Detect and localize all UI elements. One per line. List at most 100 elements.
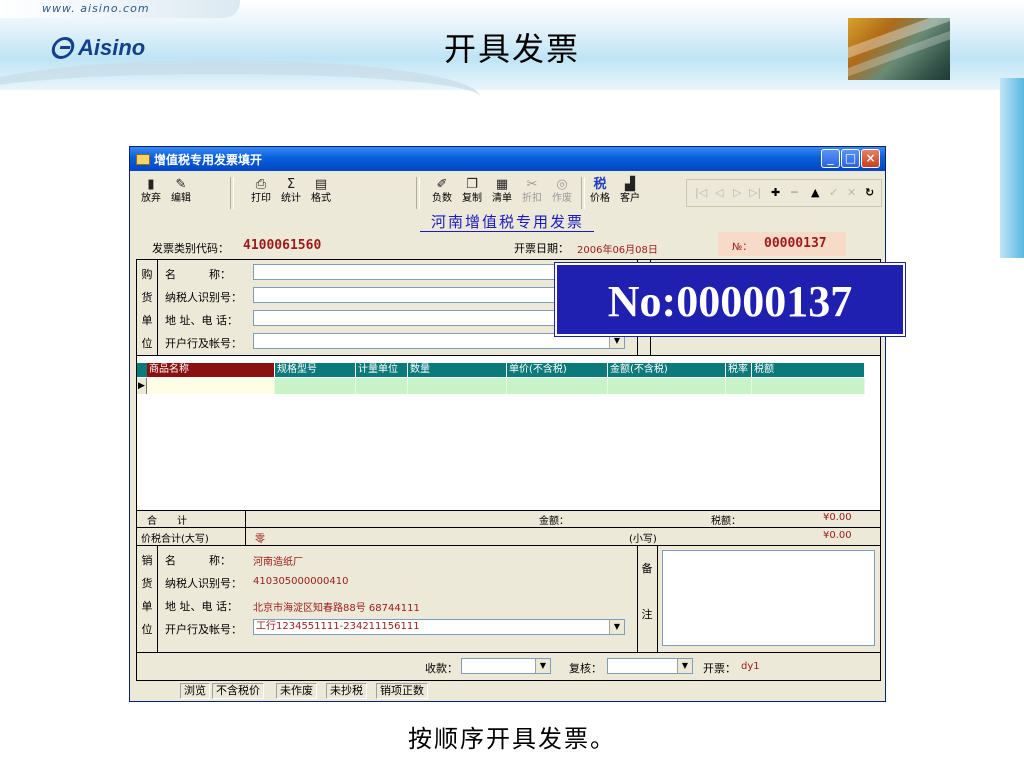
small-value: ¥0.00	[823, 530, 852, 541]
record-navigator: |◁ ◁ ▷ ▷| ✚ ━ ▲ ✓ ✕ ↻	[686, 179, 882, 207]
column-header[interactable]: 规格型号	[275, 363, 356, 377]
amount-label: 金额：	[539, 516, 569, 527]
chevron-down-icon[interactable]: ▼	[677, 659, 692, 673]
table-cell[interactable]	[608, 378, 726, 394]
small-label: (小写)	[629, 534, 657, 545]
tax-icon: 税	[593, 177, 607, 192]
window-titlebar[interactable]: 增值税专用发票填开 _ □ ×	[130, 147, 885, 171]
void-button[interactable]: ◎ 作废	[547, 175, 577, 211]
column-header[interactable]: 金额(不含税)	[608, 363, 726, 377]
total-row: 合 计 金额： 税额： ¥0.00	[137, 510, 880, 528]
format-label: 格式	[311, 193, 331, 204]
column-header[interactable]: 计量单位	[356, 363, 408, 377]
copy-label: 复制	[462, 193, 482, 204]
grand-total-row: 价税合计(大写) 零 (小写) ¥0.00	[137, 528, 880, 546]
negative-button[interactable]: ✐ 负数	[427, 175, 457, 211]
table-cell[interactable]	[408, 378, 507, 394]
grid-header: 商品名称 规格型号 计量单位 数量 单价(不含税) 金额(不含税) 税率 税额	[137, 363, 865, 377]
abandon-label: 放弃	[141, 193, 161, 204]
list-icon: ▦	[495, 177, 509, 192]
table-cell[interactable]	[752, 378, 865, 394]
column-header[interactable]: 商品名称	[147, 363, 275, 377]
discount-label: 折扣	[522, 193, 542, 204]
seller-side-char: 货	[141, 577, 153, 590]
chevron-down-icon[interactable]: ▼	[535, 659, 550, 673]
table-cell[interactable]	[275, 378, 356, 394]
move-up-icon[interactable]: ▲	[811, 186, 819, 199]
toolbar-separator	[230, 177, 234, 209]
column-header[interactable]: 数量	[408, 363, 507, 377]
status-bar: 浏览 不含税价 未作废 未抄税 销项正数	[132, 682, 883, 700]
chart-icon: ▟	[625, 177, 635, 192]
column-header[interactable]: 单价(不含税)	[507, 363, 608, 377]
table-cell[interactable]	[147, 378, 275, 394]
column-header[interactable]: 税额	[752, 363, 865, 377]
table-cell[interactable]	[726, 378, 752, 394]
discount-button[interactable]: ✂ 折扣	[517, 175, 547, 211]
toolbar: ▮ 放弃 ✎ 编辑 ⎙ 打印 Σ 统计 ▤ 格式 ✐ 负数 ❐ 复制 ▦ 清单 ✂ 折扣 ◎ 作废 …	[134, 175, 883, 211]
last-record-icon[interactable]: ▷|	[749, 186, 761, 199]
status-price-mode: 不含税价	[212, 683, 264, 699]
edit-button[interactable]: ✎ 编辑	[166, 175, 196, 211]
edit-label: 编辑	[171, 193, 191, 204]
table-row[interactable]	[137, 378, 865, 394]
invoice-number-box: №： 00000137	[718, 232, 846, 256]
payee-label: 收款：	[425, 662, 458, 675]
delete-record-icon[interactable]: ━	[791, 186, 798, 199]
cancel-icon[interactable]: ✕	[847, 186, 856, 199]
invoice-code-label: 发票类别代码：	[152, 242, 229, 255]
price-button[interactable]: 税价格	[585, 175, 615, 211]
first-record-icon[interactable]: |◁	[695, 186, 707, 199]
seller-address-value: 北京市海淀区知春路88号 68744111	[253, 603, 420, 614]
maximize-icon: □	[844, 151, 857, 165]
seller-bank-select[interactable]: 工行1234551111-234211156111 ▼	[253, 619, 625, 635]
slide-header: www. aisino.com Aisino 开具发票	[0, 0, 1024, 110]
price-label: 价格	[590, 193, 610, 204]
list-label: 清单	[492, 193, 512, 204]
table-cell[interactable]	[507, 378, 608, 394]
remark-char: 备	[641, 562, 653, 575]
invoice-window: 增值税专用发票填开 _ □ × ▮ 放弃 ✎ 编辑 ⎙ 打印 Σ 统计 ▤ 格式 ✐ 负数 …	[129, 146, 886, 702]
void-label: 作废	[552, 193, 572, 204]
format-button[interactable]: ▤ 格式	[306, 175, 336, 211]
buyer-divider	[157, 260, 158, 355]
table-cell[interactable]	[356, 378, 408, 394]
issuer-value: dy1	[741, 661, 760, 672]
buyer-side-char: 位	[141, 337, 153, 350]
checker-select[interactable]: ▼	[607, 658, 693, 674]
minimize-icon: _	[827, 151, 834, 165]
copy-button[interactable]: ❐ 复制	[457, 175, 487, 211]
printer-icon: ⎙	[255, 177, 267, 192]
abandon-button[interactable]: ▮ 放弃	[136, 175, 166, 211]
prev-record-icon[interactable]: ◁	[715, 186, 723, 199]
void-icon: ◎	[556, 177, 568, 192]
seller-divider	[157, 546, 158, 652]
signature-row: 收款： ▼ 复核： ▼ 开票： dy1	[137, 652, 880, 680]
slide-caption: 按顺序开具发票。	[408, 725, 616, 753]
invoice-heading: 河南增值税专用发票	[430, 213, 584, 231]
print-button[interactable]: ⎙ 打印	[246, 175, 276, 211]
remark-divider-right	[657, 546, 658, 652]
confirm-icon[interactable]: ✓	[829, 186, 838, 199]
add-record-icon[interactable]: ✚	[771, 186, 780, 199]
format-icon: ▤	[314, 177, 328, 192]
seller-name-label: 名 称：	[165, 554, 231, 567]
grand-total-label: 价税合计(大写)	[141, 534, 209, 545]
remark-field[interactable]	[662, 550, 875, 646]
status-direction: 销项正数	[376, 683, 428, 699]
refresh-icon[interactable]: ↻	[865, 186, 874, 199]
next-record-icon[interactable]: ▷	[733, 186, 741, 199]
column-header[interactable]: 税率	[726, 363, 752, 377]
close-button[interactable]: ×	[861, 149, 880, 168]
minimize-button[interactable]: _	[821, 149, 840, 168]
seller-address-label: 地 址、电 话：	[165, 600, 238, 613]
goods-grid: 商品名称 规格型号 计量单位 数量 单价(不含税) 金额(不含税) 税率 税额 …	[137, 356, 880, 511]
heading-underline	[420, 231, 594, 232]
buyer-side-char: 单	[141, 314, 153, 327]
customer-button[interactable]: ▟ 客户	[615, 175, 645, 211]
maximize-button[interactable]: □	[841, 149, 860, 168]
payee-select[interactable]: ▼	[461, 658, 551, 674]
chevron-down-icon[interactable]: ▼	[609, 620, 624, 634]
list-button[interactable]: ▦ 清单	[487, 175, 517, 211]
stats-button[interactable]: Σ 统计	[276, 175, 306, 211]
